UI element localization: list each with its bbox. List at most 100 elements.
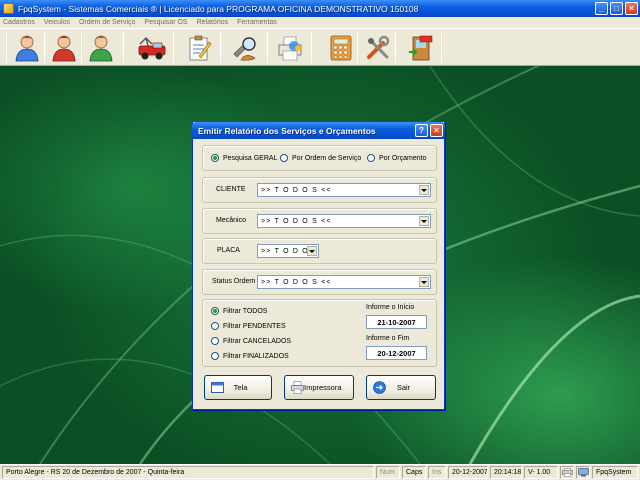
toolbar-vehicle-button[interactable] [135,31,169,64]
toolbar-printer-report-button[interactable] [273,31,307,64]
radio-filtrar-finalizados[interactable]: Filtrar FINALIZADOS [211,352,289,360]
radio-filtrar-pendentes[interactable]: Filtrar PENDENTES [211,322,286,330]
printer-icon [291,381,304,394]
maximize-button[interactable]: □ [610,2,623,15]
radio-filtrar-todos-label: Filtrar TODOS [223,307,268,315]
radio-filtrar-finalizados-label: Filtrar FINALIZADOS [223,352,289,360]
mecanico-group: Mecânico >> T O D O S << [202,208,437,234]
placa-label: PLACA [217,247,240,254]
dialog-close-button[interactable]: ✕ [430,124,443,137]
radio-filtrar-finalizados-dot [211,352,219,360]
search-type-group: Pesquisa GERAL Por Ordem de Serviço Por … [202,145,437,171]
dialog-titlebar: Emitir Relatório dos Serviços e Orçament… [192,122,445,139]
radio-por-ordem-dot [280,154,288,162]
menu-relatorios[interactable]: Relatórios [197,19,229,26]
cliente-select[interactable]: >> T O D O S << [257,183,431,197]
chevron-down-icon[interactable] [419,185,429,195]
sair-button-label: Sair [396,383,411,392]
dialog-title: Emitir Relatório dos Serviços e Orçament… [198,125,376,136]
menu-cadastros[interactable]: Cadastros [3,19,35,26]
impressora-button-label: Impressora [304,383,342,392]
radio-filtrar-pendentes-dot [211,322,219,330]
radio-pesquisa-geral-label: Pesquisa GERAL [223,154,278,162]
radio-por-orcamento[interactable]: Por Orçamento [367,154,426,162]
status-ordem-group: Status Ordem >> T O D O S << [202,269,437,295]
status-caps: Caps [402,466,426,479]
status-bar: Porto Alegre - RS 20 de Dezembro de 2007… [0,464,640,480]
end-date-input[interactable]: 20-12-2007 [366,346,427,360]
status-ordem-label: Status Ordem [212,278,256,285]
status-num: Num [376,466,400,479]
radio-filtrar-pendentes-label: Filtrar PENDENTES [223,322,286,330]
status-version: V- 1.00 [524,466,558,479]
menu-ferramentas[interactable]: Ferramentas [237,19,277,26]
status-date: 20-12-2007 [448,466,488,479]
toolbar-exit-button[interactable] [404,31,438,64]
impressora-button[interactable]: Impressora [284,375,354,400]
window-titlebar: FpqSystem - Sistemas Comerciais ® | Lice… [0,0,640,17]
placa-group: PLACA >> T O D O S [202,238,437,264]
sair-button[interactable]: Sair [366,375,436,400]
service-order-icon [189,35,212,60]
toolbar-client-button[interactable] [10,31,44,64]
radio-por-ordem-label: Por Ordem de Serviço [292,154,362,162]
search-tools-icon [233,36,256,61]
chevron-down-icon[interactable] [307,246,317,256]
chevron-down-icon[interactable] [419,277,429,287]
end-date-label: Informe o Fim [366,335,410,342]
report-dialog: Emitir Relatório dos Serviços e Orçament… [192,122,445,410]
status-location: Porto Alegre - RS 20 de Dezembro de 2007… [2,466,374,479]
tela-button[interactable]: Tela [204,375,272,400]
radio-por-orcamento-label: Por Orçamento [379,154,427,162]
toolbar-mechanic-button[interactable] [47,31,81,64]
printer-icon [562,468,573,477]
radio-pesquisa-geral-dot [211,154,219,162]
status-time: 20:14:18 [490,466,522,479]
tela-button-label: Tela [233,383,248,392]
menu-veiculos[interactable]: Veiculos [44,19,70,26]
exit-door-icon [409,35,433,60]
toolbar-employee-button[interactable] [84,31,118,64]
cliente-label: CLIENTE [216,186,246,193]
screen-window-icon [211,382,224,393]
radio-por-ordem-de-servico[interactable]: Por Ordem de Serviço [280,154,361,162]
app-icon [3,3,14,14]
start-date-input[interactable]: 21-10-2007 [366,315,427,329]
minimize-button[interactable]: _ [595,2,608,15]
window-title: FpqSystem - Sistemas Comerciais ® | Lice… [18,3,419,14]
radio-filtrar-todos[interactable]: Filtrar TODOS [211,307,267,315]
radio-filtrar-todos-dot [211,307,219,315]
radio-filtrar-cancelados-dot [211,337,219,345]
start-date-label: Informe o Início [366,304,415,311]
radio-filtrar-cancelados-label: Filtrar CANCELADOS [223,337,292,345]
toolbar-service-order-button[interactable] [182,31,216,64]
menu-pesquisar-os[interactable]: Pesquisar OS [144,19,187,26]
status-ordem-select[interactable]: >> T O D O S << [257,275,431,289]
close-button[interactable]: ✕ [625,2,638,15]
status-app-name: FpqSystem [592,466,638,479]
menu-ordem-de-servico[interactable]: Ordem de Serviço [79,19,135,26]
toolbar-calculator-button[interactable] [324,31,358,64]
dialog-help-button[interactable]: ? [415,124,428,137]
status-ordem-select-value: >> T O D O S << [261,278,332,286]
cliente-select-value: >> T O D O S << [261,186,332,194]
radio-filtrar-cancelados[interactable]: Filtrar CANCELADOS [211,337,291,345]
status-ins: Ins [428,466,446,479]
employee-person-icon [89,35,113,61]
printer-report-icon [278,36,302,60]
calculator-icon [330,35,352,60]
toolbar-search-tools-button[interactable] [228,31,262,64]
mecanico-select[interactable]: >> T O D O S << [257,214,431,228]
radio-pesquisa-geral[interactable]: Pesquisa GERAL [211,154,277,162]
toolbar [0,28,640,66]
radio-por-orcamento-dot [367,154,375,162]
computer-icon [578,468,589,477]
chevron-down-icon[interactable] [419,216,429,226]
toolbar-tools-button[interactable] [361,31,395,64]
cliente-group: CLIENTE >> T O D O S << [202,177,437,203]
menu-bar: Cadastros Veiculos Ordem de Serviço Pesq… [0,17,640,28]
status-computer [576,466,590,479]
placa-select[interactable]: >> T O D O S [257,244,319,258]
mecanico-label: Mecânico [216,217,246,224]
exit-arrow-icon [373,381,386,394]
